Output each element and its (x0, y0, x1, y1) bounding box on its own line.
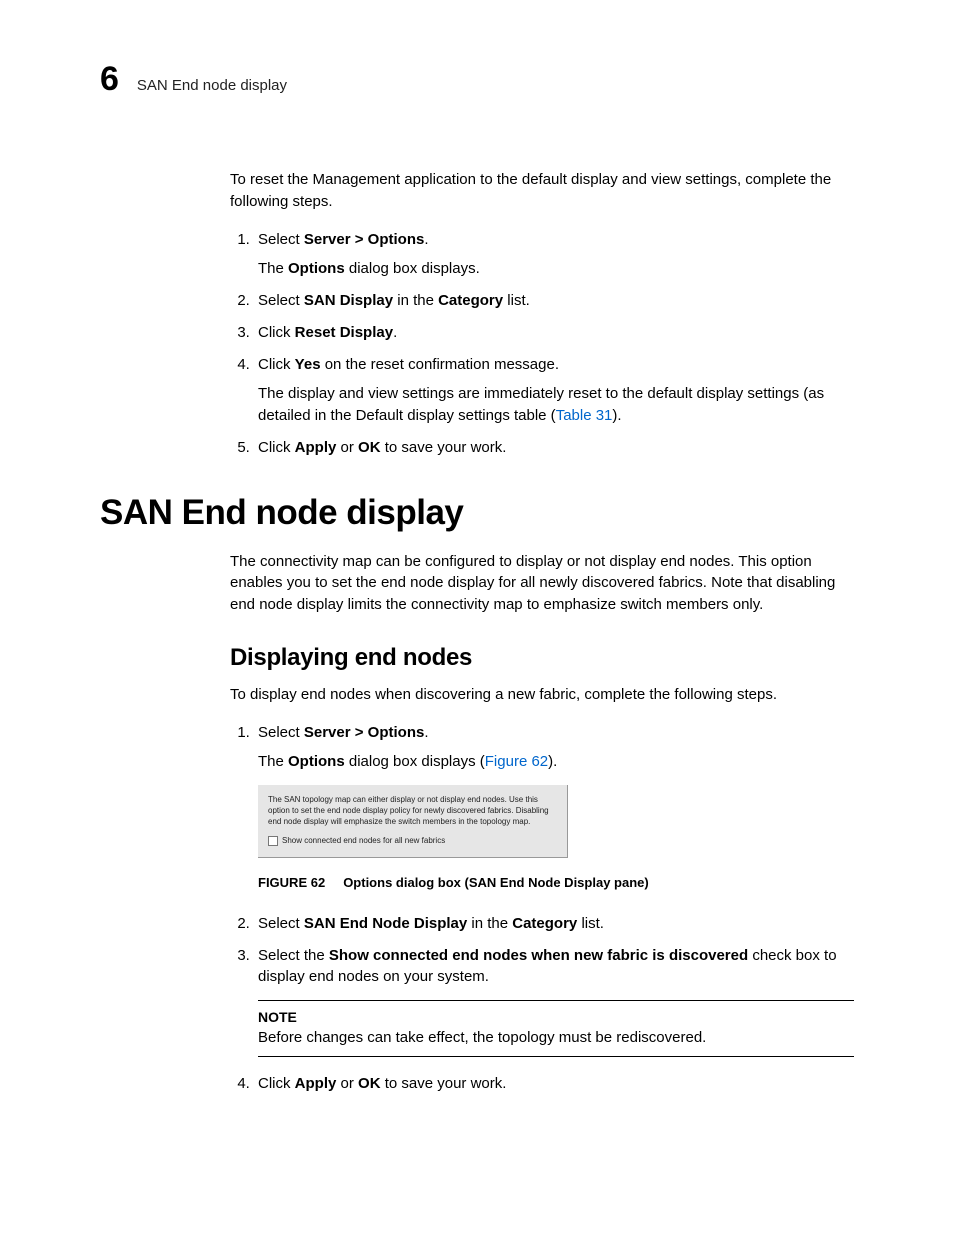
menu-path: Server > Options (304, 231, 424, 248)
step-1: Select Server > Options. The Options dia… (254, 229, 854, 281)
running-header: 6 SAN End node display (100, 60, 854, 99)
figure-label: FIGURE 62 (258, 875, 325, 890)
step-3: Select the Show connected end nodes when… (254, 945, 854, 1058)
button-name: OK (358, 439, 381, 456)
table-link[interactable]: Table 31 (556, 407, 613, 424)
step-text: on the reset confirmation message. (321, 356, 559, 373)
figure-screenshot: The SAN topology map can either display … (258, 785, 568, 858)
section-paragraph: The connectivity map can be configured t… (230, 551, 854, 616)
step-text: . (424, 231, 428, 248)
figure-caption-text: Options dialog box (SAN End Node Display… (343, 875, 649, 890)
figure-checkbox-label: Show connected end nodes for all new fab… (282, 835, 445, 847)
substep-text: ). (612, 407, 621, 424)
dialog-name: Options (288, 753, 345, 770)
step-text: Click (258, 1075, 295, 1092)
list-name: Category (438, 292, 503, 309)
figure-link[interactable]: Figure 62 (485, 753, 548, 770)
substep: The Options dialog box displays (Figure … (258, 751, 854, 773)
step-text: or (336, 439, 358, 456)
list-name: Category (512, 915, 577, 932)
button-name: Apply (295, 439, 337, 456)
note-text: Before changes can take effect, the topo… (258, 1027, 854, 1048)
substep-text: dialog box displays. (345, 260, 480, 277)
step-text: Click (258, 356, 295, 373)
step-text: in the (467, 915, 512, 932)
page: 6 SAN End node display To reset the Mana… (0, 0, 954, 1235)
substep: The Options dialog box displays. (258, 258, 854, 280)
step-text: Click (258, 439, 295, 456)
step-text: to save your work. (381, 1075, 507, 1092)
chapter-number: 6 (100, 60, 119, 99)
step-text: Select the (258, 947, 329, 964)
note-label: NOTE (258, 1007, 854, 1027)
menu-path: Server > Options (304, 724, 424, 741)
checkbox-icon (268, 836, 278, 846)
step-text: . (393, 324, 397, 341)
substep-text: ). (548, 753, 557, 770)
step-text: list. (577, 915, 604, 932)
step-text: Select (258, 724, 304, 741)
subsection-paragraph: To display end nodes when discovering a … (230, 684, 854, 706)
figure-caption: FIGURE 62 Options dialog box (SAN End Nod… (258, 874, 854, 893)
step-text: in the (393, 292, 438, 309)
step-text: list. (503, 292, 530, 309)
figure-checkbox-row: Show connected end nodes for all new fab… (268, 835, 555, 847)
button-name: OK (358, 1075, 381, 1092)
step-2: Select SAN Display in the Category list. (254, 290, 854, 312)
option-name: SAN Display (304, 292, 393, 309)
note-block: NOTE Before changes can take effect, the… (258, 1000, 854, 1057)
step-text: Click (258, 324, 295, 341)
button-name: Apply (295, 1075, 337, 1092)
step-text: Select (258, 231, 304, 248)
step-text: to save your work. (381, 439, 507, 456)
step-text: Select (258, 292, 304, 309)
step-4: Click Yes on the reset confirmation mess… (254, 354, 854, 427)
substep: The display and view settings are immedi… (258, 383, 854, 427)
step-5: Click Apply or OK to save your work. (254, 437, 854, 459)
step-2: Select SAN End Node Display in the Categ… (254, 913, 854, 935)
checkbox-name: Show connected end nodes when new fabric… (329, 947, 748, 964)
body: To reset the Management application to t… (230, 169, 854, 1095)
subsection-heading: Displaying end nodes (230, 644, 854, 672)
step-1: Select Server > Options. The Options dia… (254, 722, 854, 893)
substep-text: The (258, 753, 288, 770)
substep-text: dialog box displays ( (345, 753, 485, 770)
option-name: SAN End Node Display (304, 915, 467, 932)
figure-body-text: The SAN topology map can either display … (268, 795, 555, 827)
chapter-title: SAN End node display (137, 77, 287, 94)
step-4: Click Apply or OK to save your work. (254, 1073, 854, 1095)
step-text: or (336, 1075, 358, 1092)
substep-text: The display and view settings are immedi… (258, 385, 824, 424)
section-heading: SAN End node display (100, 493, 854, 533)
button-name: Reset Display (295, 324, 393, 341)
button-name: Yes (295, 356, 321, 373)
display-steps-list: Select Server > Options. The Options dia… (230, 722, 854, 1096)
reset-steps-list: Select Server > Options. The Options dia… (230, 229, 854, 459)
substep-text: The (258, 260, 288, 277)
step-3: Click Reset Display. (254, 322, 854, 344)
step-text: . (424, 724, 428, 741)
intro-paragraph: To reset the Management application to t… (230, 169, 854, 213)
dialog-name: Options (288, 260, 345, 277)
step-text: Select (258, 915, 304, 932)
